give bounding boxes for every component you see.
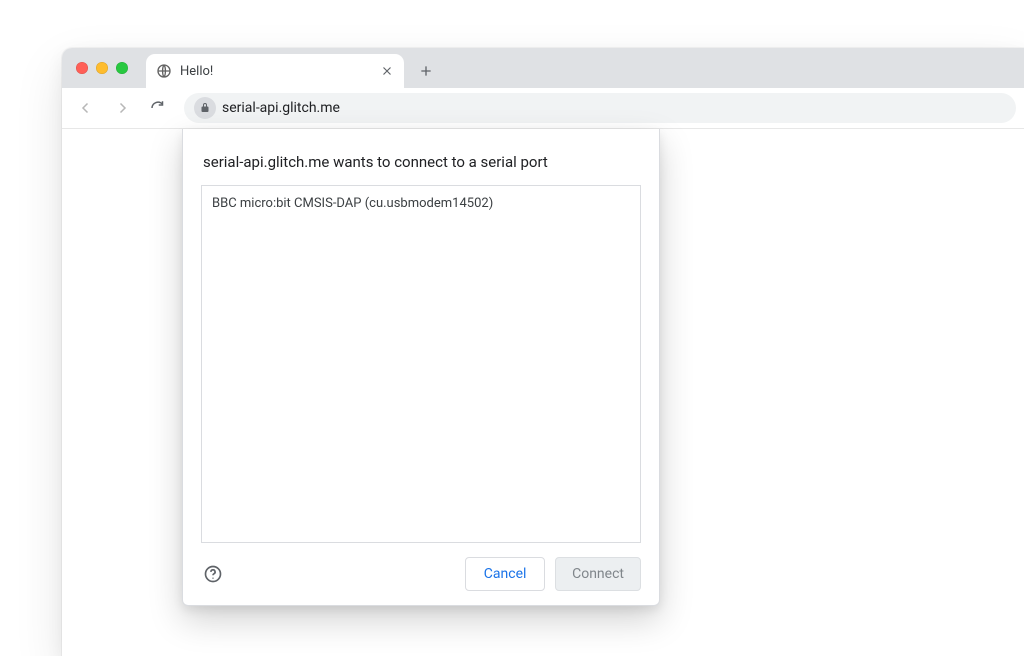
close-window-button[interactable] [76,62,88,74]
help-icon[interactable] [203,564,223,584]
dialog-footer: Cancel Connect [201,557,641,591]
minimize-window-button[interactable] [96,62,108,74]
url-text: serial-api.glitch.me [222,100,1006,116]
serial-port-list[interactable]: BBC micro:bit CMSIS-DAP (cu.usbmodem1450… [201,185,641,543]
address-bar[interactable]: serial-api.glitch.me [184,93,1016,123]
close-tab-icon[interactable] [380,64,394,78]
browser-tab[interactable]: Hello! [146,54,404,88]
browser-window: Hello! [62,48,1024,656]
toolbar: serial-api.glitch.me [62,88,1024,129]
dialog-title: serial-api.glitch.me wants to connect to… [203,153,639,171]
serial-port-item[interactable]: BBC micro:bit CMSIS-DAP (cu.usbmodem1450… [212,194,630,213]
cancel-button[interactable]: Cancel [465,557,545,591]
reload-button[interactable] [142,92,174,124]
globe-icon [156,63,172,79]
tab-title: Hello! [180,64,372,79]
serial-port-permission-dialog: serial-api.glitch.me wants to connect to… [182,129,660,606]
lock-icon[interactable] [194,97,216,119]
page-content: serial-api.glitch.me wants to connect to… [62,129,1024,656]
maximize-window-button[interactable] [116,62,128,74]
connect-button[interactable]: Connect [555,557,641,591]
forward-button[interactable] [106,92,138,124]
back-button[interactable] [70,92,102,124]
tab-strip: Hello! [62,48,1024,88]
window-controls [76,62,128,74]
new-tab-button[interactable] [412,57,440,85]
